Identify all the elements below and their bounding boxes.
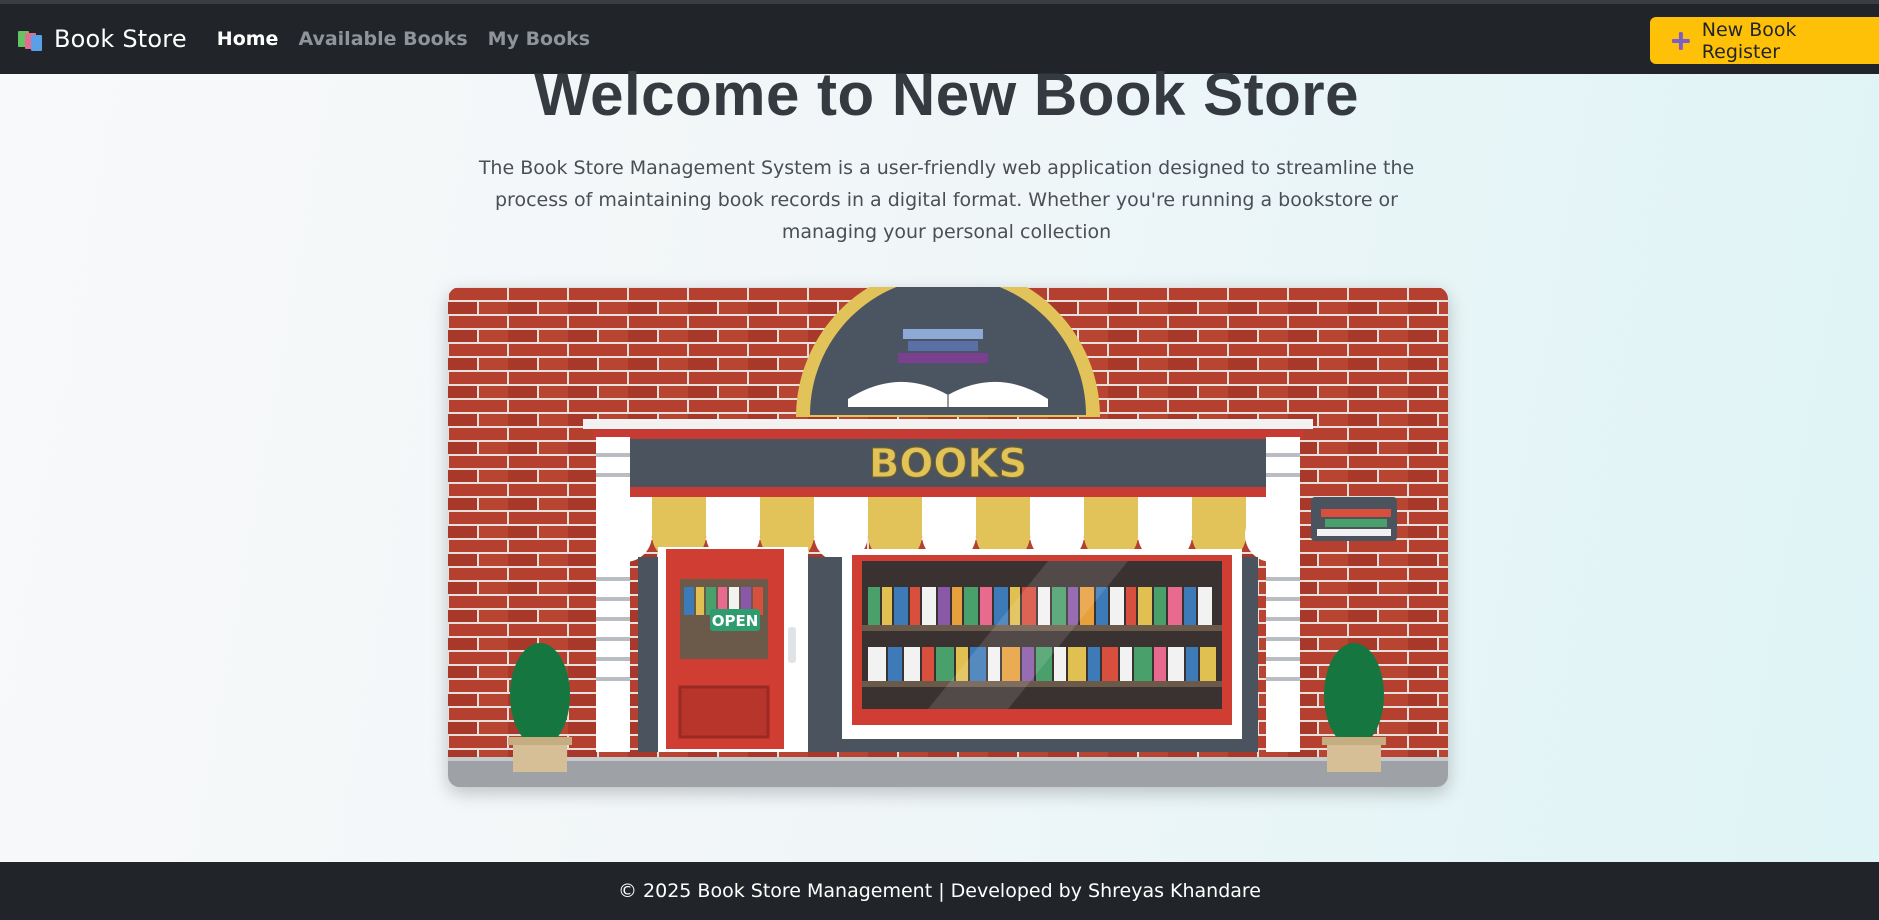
page-title: Welcome to New Book Store [534,61,1359,128]
nav-link-home[interactable]: Home [217,28,279,50]
nav-links: Home Available Books My Books [217,28,610,50]
new-book-register-button[interactable]: New Book Register [1650,17,1879,64]
books-sign-text: BOOKS [869,441,1027,487]
open-door-sign: OPEN [712,612,759,630]
bookstore-illustration: BOOKS OPEN [448,287,1448,787]
footer: © 2025 Book Store Management | Developed… [0,862,1879,920]
new-book-register-label: New Book Register [1701,18,1797,63]
plus-icon [1671,31,1690,50]
footer-text: © 2025 Book Store Management | Developed… [618,880,1261,902]
brand-name: Book Store [54,25,187,53]
nav-link-available-books[interactable]: Available Books [298,28,467,50]
hero-description: The Book Store Management System is a us… [478,157,1415,243]
nav-link-my-books[interactable]: My Books [488,28,590,50]
books-stack-icon [18,31,42,51]
